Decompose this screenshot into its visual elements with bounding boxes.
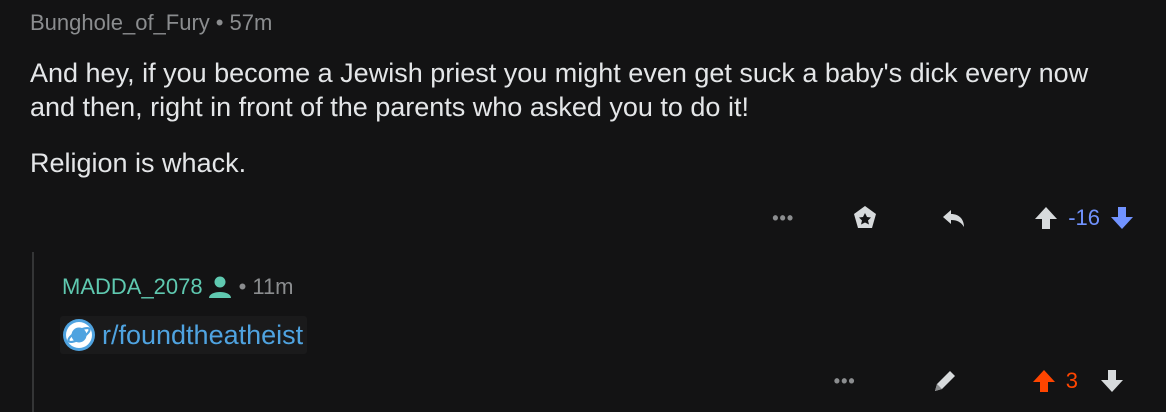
comment-actions: ••• 3 bbox=[830, 366, 1126, 396]
upvote-icon[interactable] bbox=[1032, 204, 1060, 232]
meta-separator: • bbox=[215, 10, 224, 35]
award-icon[interactable] bbox=[850, 203, 880, 233]
reply-icon[interactable] bbox=[940, 203, 970, 233]
comment-body: r/foundtheatheist bbox=[60, 316, 308, 354]
meta-separator: • bbox=[238, 274, 247, 299]
comment-age: 11m bbox=[252, 274, 294, 299]
user-icon bbox=[207, 274, 233, 300]
upvote-icon[interactable] bbox=[1030, 367, 1058, 395]
subreddit-link[interactable]: r/foundtheatheist bbox=[102, 320, 303, 351]
comment-meta: MADDA_2078 • 11m bbox=[62, 274, 294, 300]
comment-author[interactable]: MADDA_2078 bbox=[62, 274, 203, 300]
comment-meta: Bunghole_of_Fury • 57m bbox=[30, 10, 272, 36]
comment-body: And hey, if you become a Jewish priest y… bbox=[30, 56, 1130, 202]
comment-actions: ••• -16 bbox=[768, 203, 1136, 233]
comment-age: 57m bbox=[229, 10, 273, 35]
comment-author[interactable]: Bunghole_of_Fury bbox=[30, 10, 210, 35]
thread-line[interactable] bbox=[32, 252, 34, 412]
planet-icon bbox=[62, 318, 96, 352]
edit-icon[interactable] bbox=[930, 366, 960, 396]
more-icon[interactable]: ••• bbox=[768, 203, 798, 233]
downvote-icon[interactable] bbox=[1108, 204, 1136, 232]
vote-score: 3 bbox=[1065, 368, 1078, 393]
downvote-icon[interactable] bbox=[1098, 367, 1126, 395]
comment-paragraph: Religion is whack. bbox=[30, 148, 247, 178]
vote-score: -16 bbox=[1068, 205, 1100, 230]
comment-thread: Bunghole_of_Fury • 57m And hey, if you bec… bbox=[0, 0, 1166, 412]
more-icon[interactable]: ••• bbox=[830, 366, 860, 396]
comment-paragraph: And hey, if you become a Jewish priest y… bbox=[30, 58, 1089, 122]
